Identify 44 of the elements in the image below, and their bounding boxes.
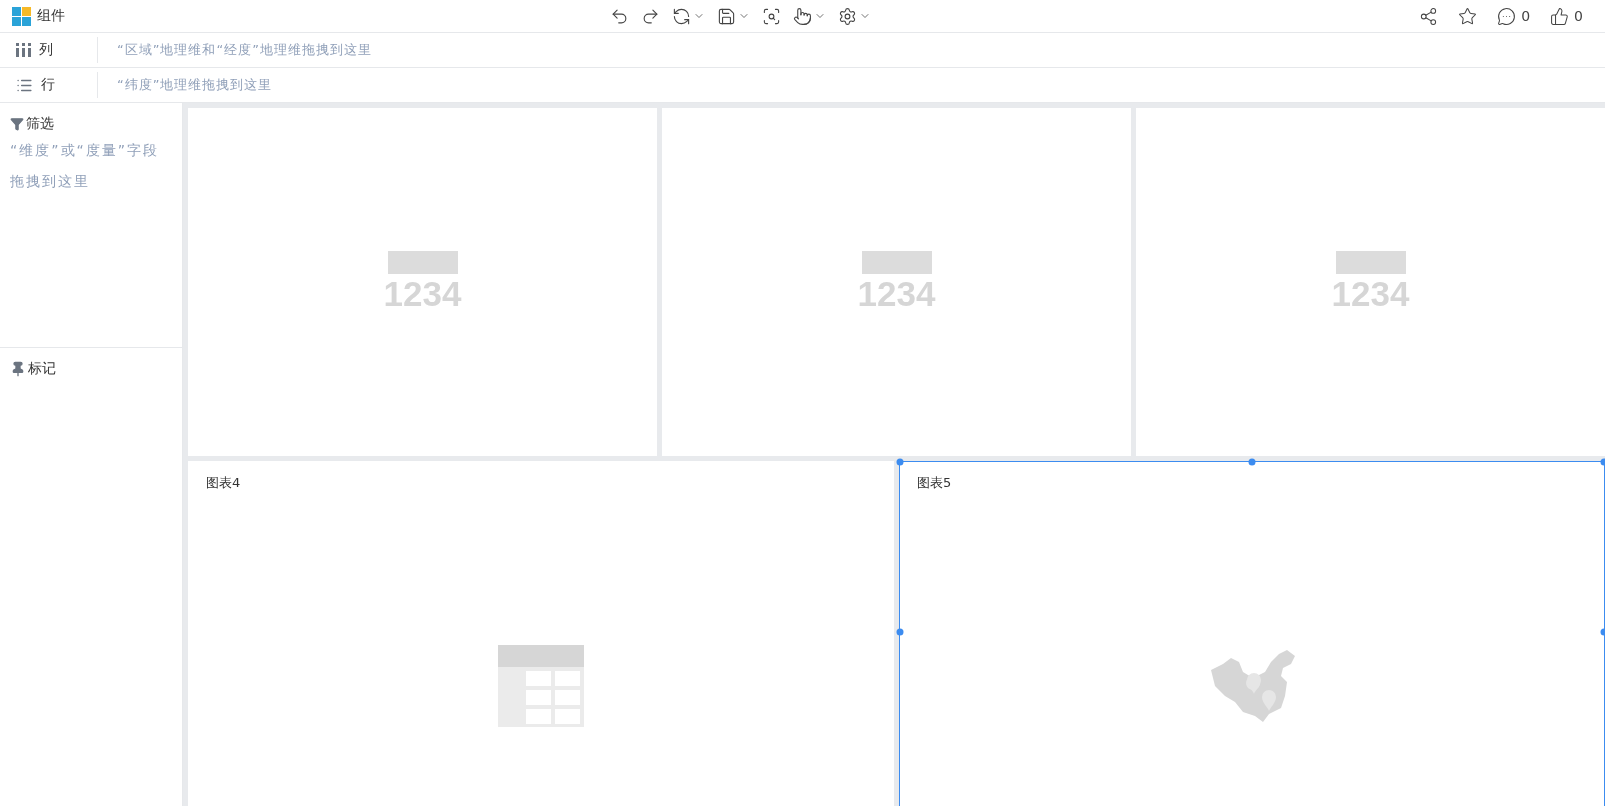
chart-card[interactable]: 图表4 [188,461,894,806]
shelf-label: 行 [41,76,55,94]
kpi-title-bar [861,250,932,274]
share-button[interactable] [1419,6,1439,26]
grid-logo-icon [12,6,31,26]
resize-handle[interactable] [1600,628,1605,636]
star-icon [1458,6,1478,26]
pin-icon [10,361,26,377]
like-button[interactable]: 0 [1550,6,1583,26]
resize-handle[interactable] [896,628,904,636]
app-title: 组件 [37,7,65,25]
hand-pointer-icon [793,6,812,26]
comment-icon [1497,6,1517,26]
drop-zone-hint: “区域”地理维和“经度”地理维拖拽到这里 [117,41,372,59]
resize-handle[interactable] [1600,458,1605,466]
refresh-icon [672,6,691,26]
kpi-title-bar [1335,250,1406,274]
chart-card[interactable]: 图表5 [899,461,1605,806]
settings-icon [838,6,857,26]
section-title: 筛选 [26,115,54,133]
settings-button[interactable] [838,6,871,26]
refresh-button[interactable] [672,6,705,26]
map-icon [1209,650,1295,722]
save-icon [717,6,736,26]
kpi-title-bar [387,250,458,274]
favorite-button[interactable] [1458,6,1478,26]
share-icon [1419,6,1439,26]
chart-title: 图表4 [206,474,241,492]
columns-icon [16,43,31,57]
filter-icon [10,117,24,131]
resize-handle[interactable] [896,458,904,466]
shelf-label: 列 [39,41,53,59]
section-title: 标记 [28,360,56,378]
drop-zone-hint: “纬度”地理维拖拽到这里 [117,76,273,94]
comment-button[interactable]: 0 [1497,6,1531,26]
preview-button[interactable] [762,6,781,26]
interact-button[interactable] [793,6,826,26]
thumbs-up-icon [1550,6,1570,26]
save-button[interactable] [717,6,750,26]
table-icon [498,645,584,727]
chart-title: 图表5 [917,474,952,492]
drop-zone-hint: “维度”或“度量”字段拖拽到这里 [10,141,160,191]
resize-handle[interactable] [1248,458,1256,466]
search-icon [762,6,781,26]
